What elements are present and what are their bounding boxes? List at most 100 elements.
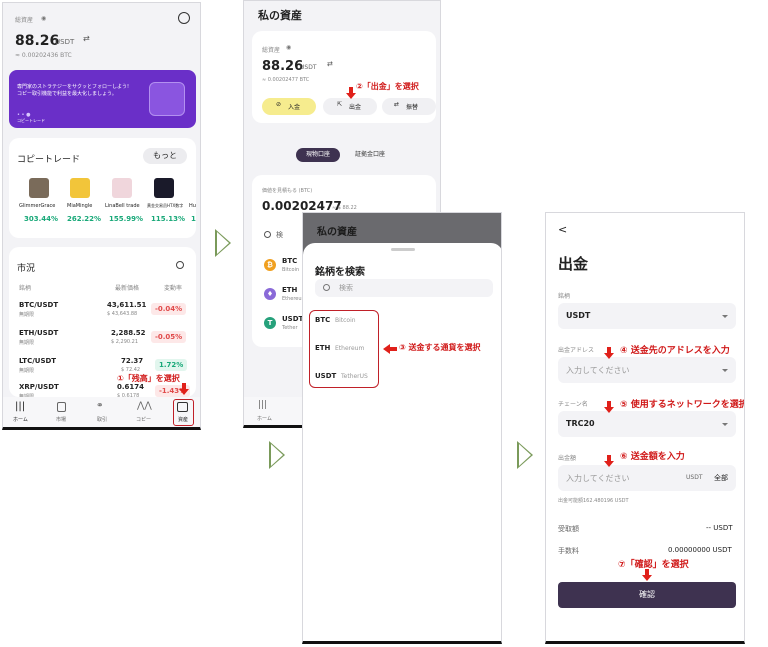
flow-arrow-right-icon bbox=[517, 441, 533, 469]
row-change: 1.72% bbox=[155, 359, 188, 371]
total-assets-label: 総資産 bbox=[262, 47, 281, 54]
row-symbol: XRP/USDT bbox=[19, 383, 59, 391]
coin-name: Ethereum bbox=[335, 345, 365, 352]
market-icon[interactable] bbox=[57, 402, 66, 412]
eye-icon[interactable]: ◉ bbox=[286, 44, 291, 51]
banner-illustration bbox=[149, 82, 185, 116]
trader-name: LinaBell trade bbox=[105, 203, 140, 209]
annotation-step5: ⑤ 使用するネットワークを選択 bbox=[620, 400, 745, 410]
max-amount-button[interactable]: 全部 bbox=[714, 473, 728, 483]
chevron-down-icon bbox=[722, 315, 728, 318]
copytrade-title: コピートレード bbox=[17, 155, 81, 165]
nav-trade[interactable]: 取引 bbox=[97, 416, 107, 423]
transfer-button[interactable]: ⇄ 振替 bbox=[382, 98, 436, 115]
row-change: -0.05% bbox=[151, 331, 187, 343]
address-input[interactable]: 入力してください bbox=[558, 357, 736, 383]
trader-name: Hu bbox=[189, 203, 196, 209]
coin-symbol: USDT bbox=[315, 372, 337, 380]
col-change: 変動率 bbox=[164, 285, 183, 292]
assets-highlight bbox=[173, 399, 194, 426]
trader-return: 262.22% bbox=[67, 215, 102, 223]
search-icon[interactable] bbox=[264, 231, 271, 238]
deposit-label: 入金 bbox=[288, 104, 301, 111]
trader-avatar[interactable] bbox=[112, 178, 132, 198]
trade-icon[interactable]: ⚭ bbox=[96, 401, 104, 411]
coin-symbol: BTC bbox=[315, 316, 331, 324]
annotation-arrow-icon bbox=[604, 401, 614, 413]
annotation-step7: ⑦「確認」を選択 bbox=[618, 560, 689, 570]
row-price: 2,288.52 bbox=[111, 329, 146, 337]
row-sub: 無期限 bbox=[19, 368, 35, 374]
nav-home[interactable]: ホーム bbox=[257, 415, 272, 422]
amount-placeholder: 入力してください bbox=[566, 474, 630, 483]
coin-option-eth[interactable]: ETH Ethereum bbox=[315, 343, 375, 357]
nav-home[interactable]: ホーム bbox=[13, 416, 28, 423]
flow-arrow-right-icon bbox=[269, 441, 285, 469]
confirm-button[interactable]: 確認 bbox=[558, 582, 736, 608]
amount-input[interactable]: 入力してください USDT 全部 bbox=[558, 465, 736, 491]
eth-coin-icon: ♦ bbox=[264, 288, 276, 300]
coin-symbol: BTC bbox=[282, 257, 298, 265]
copy-icon[interactable]: ⋀⋀ bbox=[137, 401, 152, 411]
row-price: 72.37 bbox=[121, 357, 144, 365]
annotation-arrow-icon bbox=[642, 569, 652, 581]
trader-name: MiaMingle bbox=[67, 203, 93, 209]
balance-card: 総資産 ◉ 88.26 USDT ⇄ ≈ 0.00202477 BTC ⊘ 入金… bbox=[252, 31, 436, 123]
chain-value: TRC20 bbox=[566, 419, 595, 428]
search-input[interactable]: 検索 bbox=[315, 279, 493, 297]
annotation-step1: ①「残高」を選択 bbox=[117, 373, 180, 384]
profile-icon[interactable] bbox=[178, 12, 190, 24]
nav-copy[interactable]: コピー bbox=[136, 416, 151, 423]
trader-avatar[interactable] bbox=[29, 178, 49, 198]
tab-spot[interactable]: 現物口座 bbox=[296, 148, 340, 162]
search-icon[interactable] bbox=[176, 261, 184, 269]
balance-unit: USDT bbox=[55, 38, 75, 46]
trader-avatar[interactable] bbox=[70, 178, 90, 198]
home-icon[interactable]: ||| bbox=[15, 401, 25, 412]
fee-label: 手数料 bbox=[558, 547, 579, 555]
deposit-button[interactable]: ⊘ 入金 bbox=[262, 98, 316, 115]
chain-select[interactable]: TRC20 bbox=[558, 411, 736, 437]
available-amount: 出金可能額162.480196 USDT bbox=[558, 498, 629, 504]
swap-icon[interactable]: ⇄ bbox=[83, 34, 90, 43]
trader-return: 155.99% bbox=[109, 215, 144, 223]
chevron-down-icon bbox=[722, 369, 728, 372]
transfer-label: 振替 bbox=[406, 104, 419, 111]
banner-text: 専門家のストラテジーをサクッとフォローしよう! コピー取引機能で利益を最大化しま… bbox=[17, 84, 130, 97]
btc-coin-icon: ₿ bbox=[264, 259, 276, 271]
row-change: -0.04% bbox=[151, 303, 187, 315]
trader-avatar[interactable] bbox=[154, 178, 174, 198]
sheet-handle[interactable] bbox=[391, 248, 415, 251]
promo-banner[interactable]: 専門家のストラテジーをサクッとフォローしよう! コピー取引機能で利益を最大化しま… bbox=[9, 70, 196, 128]
background-title: 私の資産 bbox=[317, 227, 357, 238]
more-button[interactable]: もっと bbox=[143, 148, 187, 164]
tab-margin[interactable]: 証拠金口座 bbox=[348, 148, 392, 162]
withdraw-button[interactable]: ⇱ 出金 bbox=[323, 98, 377, 115]
market-row[interactable]: BTC/USDT 無期限 43,611.51 $ 43,643.88 -0.04… bbox=[9, 297, 196, 323]
annotation-step4: ④ 送金先のアドレスを入力 bbox=[620, 346, 730, 356]
received-label: 受取額 bbox=[558, 525, 579, 533]
trader-name: GlimmerGrace bbox=[19, 203, 56, 209]
eye-icon[interactable]: ◉ bbox=[41, 15, 46, 22]
home-icon[interactable]: ||| bbox=[258, 400, 267, 410]
annotation-step2: ②「出金」を選択 bbox=[356, 82, 419, 91]
annotation-step6: ⑥ 送金額を入力 bbox=[620, 452, 685, 462]
swap-icon[interactable]: ⇄ bbox=[327, 60, 333, 68]
withdraw-icon: ⇱ bbox=[337, 101, 343, 108]
btc-equivalent: ≈ 0.00202477 BTC bbox=[262, 77, 310, 83]
address-label: 出金アドレス bbox=[558, 347, 595, 354]
coin-select[interactable]: USDT bbox=[558, 303, 736, 329]
annotation-arrow-icon bbox=[604, 347, 614, 359]
nav-market[interactable]: 市場 bbox=[56, 416, 66, 423]
coin-option-usdt[interactable]: USDT TetherUS bbox=[315, 371, 379, 385]
row-symbol: ETH/USDT bbox=[19, 329, 59, 337]
annotation-arrow-icon bbox=[179, 383, 189, 395]
trader-return: 303.44% bbox=[24, 215, 59, 223]
back-button[interactable]: < bbox=[558, 223, 567, 236]
coin-name: Bitcoin bbox=[335, 317, 356, 324]
page-title: 私の資産 bbox=[258, 9, 302, 22]
coin-symbol: ETH bbox=[315, 344, 331, 352]
coin-name: Tether bbox=[282, 325, 298, 331]
market-row[interactable]: ETH/USDT 無期限 2,288.52 $ 2,290.21 -0.05% bbox=[9, 325, 196, 351]
coin-option-btc[interactable]: BTC Bitcoin bbox=[315, 315, 375, 329]
